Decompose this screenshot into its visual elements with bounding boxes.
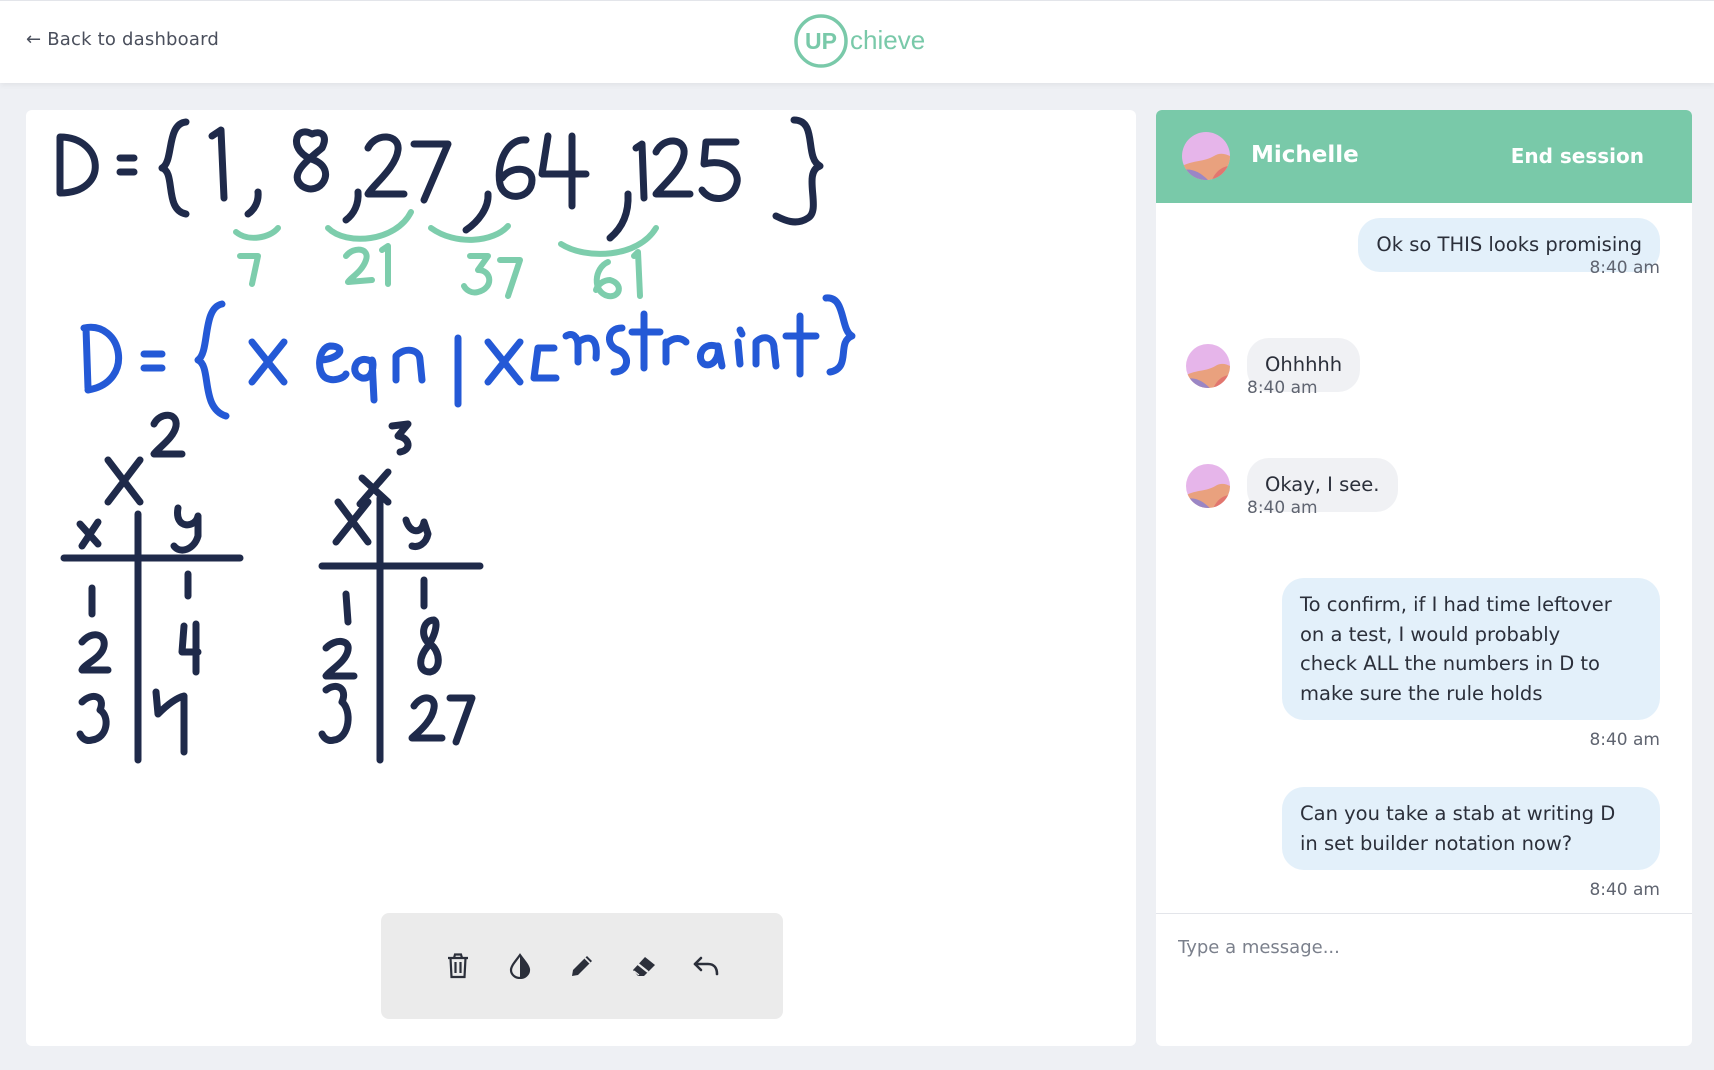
message-composer xyxy=(1156,913,1692,1046)
message-line: Can you take a stab at writing D xyxy=(1300,802,1616,825)
message-line: make sure the rule holds xyxy=(1300,681,1543,705)
message-timestamp: 8:40 am xyxy=(1589,258,1660,278)
whiteboard-drawing[interactable] xyxy=(26,110,1136,1046)
chat-header: Michelle End session xyxy=(1156,110,1692,203)
trash-icon[interactable] xyxy=(443,951,473,981)
message-sent: Can you take a stab at writing D in set … xyxy=(1282,787,1660,870)
drawing-differences xyxy=(233,209,659,300)
message-avatar xyxy=(1186,344,1230,388)
pencil-icon[interactable] xyxy=(567,951,597,981)
whiteboard-toolbar xyxy=(381,913,783,1019)
message-sent: To confirm, if I had time leftover on a … xyxy=(1282,578,1660,720)
color-picker-icon[interactable] xyxy=(505,951,535,981)
message-timestamp: 8:40 am xyxy=(1247,498,1318,518)
eraser-icon[interactable] xyxy=(629,951,659,981)
message-line: To confirm, if I had time leftover xyxy=(1300,593,1612,616)
drawing-line-set-builder xyxy=(80,294,856,420)
message-line: on a test, I would probably xyxy=(1300,622,1561,646)
message-avatar xyxy=(1186,464,1230,508)
message-input[interactable] xyxy=(1176,928,1670,966)
message-timestamp: 8:40 am xyxy=(1247,378,1318,398)
whiteboard[interactable] xyxy=(26,110,1136,1046)
end-session-button[interactable]: End session xyxy=(1511,144,1644,168)
partner-name: Michelle xyxy=(1251,142,1359,168)
message-line: check ALL the numbers in D to xyxy=(1300,652,1600,675)
logo-chieve-text: chieve xyxy=(850,25,925,55)
message-timestamp: 8:40 am xyxy=(1589,730,1660,750)
top-bar: ← Back to dashboard UP chieve xyxy=(0,0,1714,83)
back-to-dashboard-link[interactable]: ← Back to dashboard xyxy=(26,29,219,50)
drawing-table-x-squared xyxy=(60,411,244,764)
drawing-table-x-cubed xyxy=(318,420,484,764)
chat-panel: Michelle End session Ok so THIS looks pr… xyxy=(1156,110,1692,1046)
partner-avatar xyxy=(1182,132,1230,180)
drawing-line-set-d xyxy=(56,116,824,242)
upchieve-logo: UP chieve xyxy=(793,13,929,69)
message-timestamp: 8:40 am xyxy=(1589,880,1660,900)
undo-icon[interactable] xyxy=(691,951,721,981)
message-line: in set builder notation now? xyxy=(1300,831,1573,855)
logo-up-text: UP xyxy=(805,28,837,54)
